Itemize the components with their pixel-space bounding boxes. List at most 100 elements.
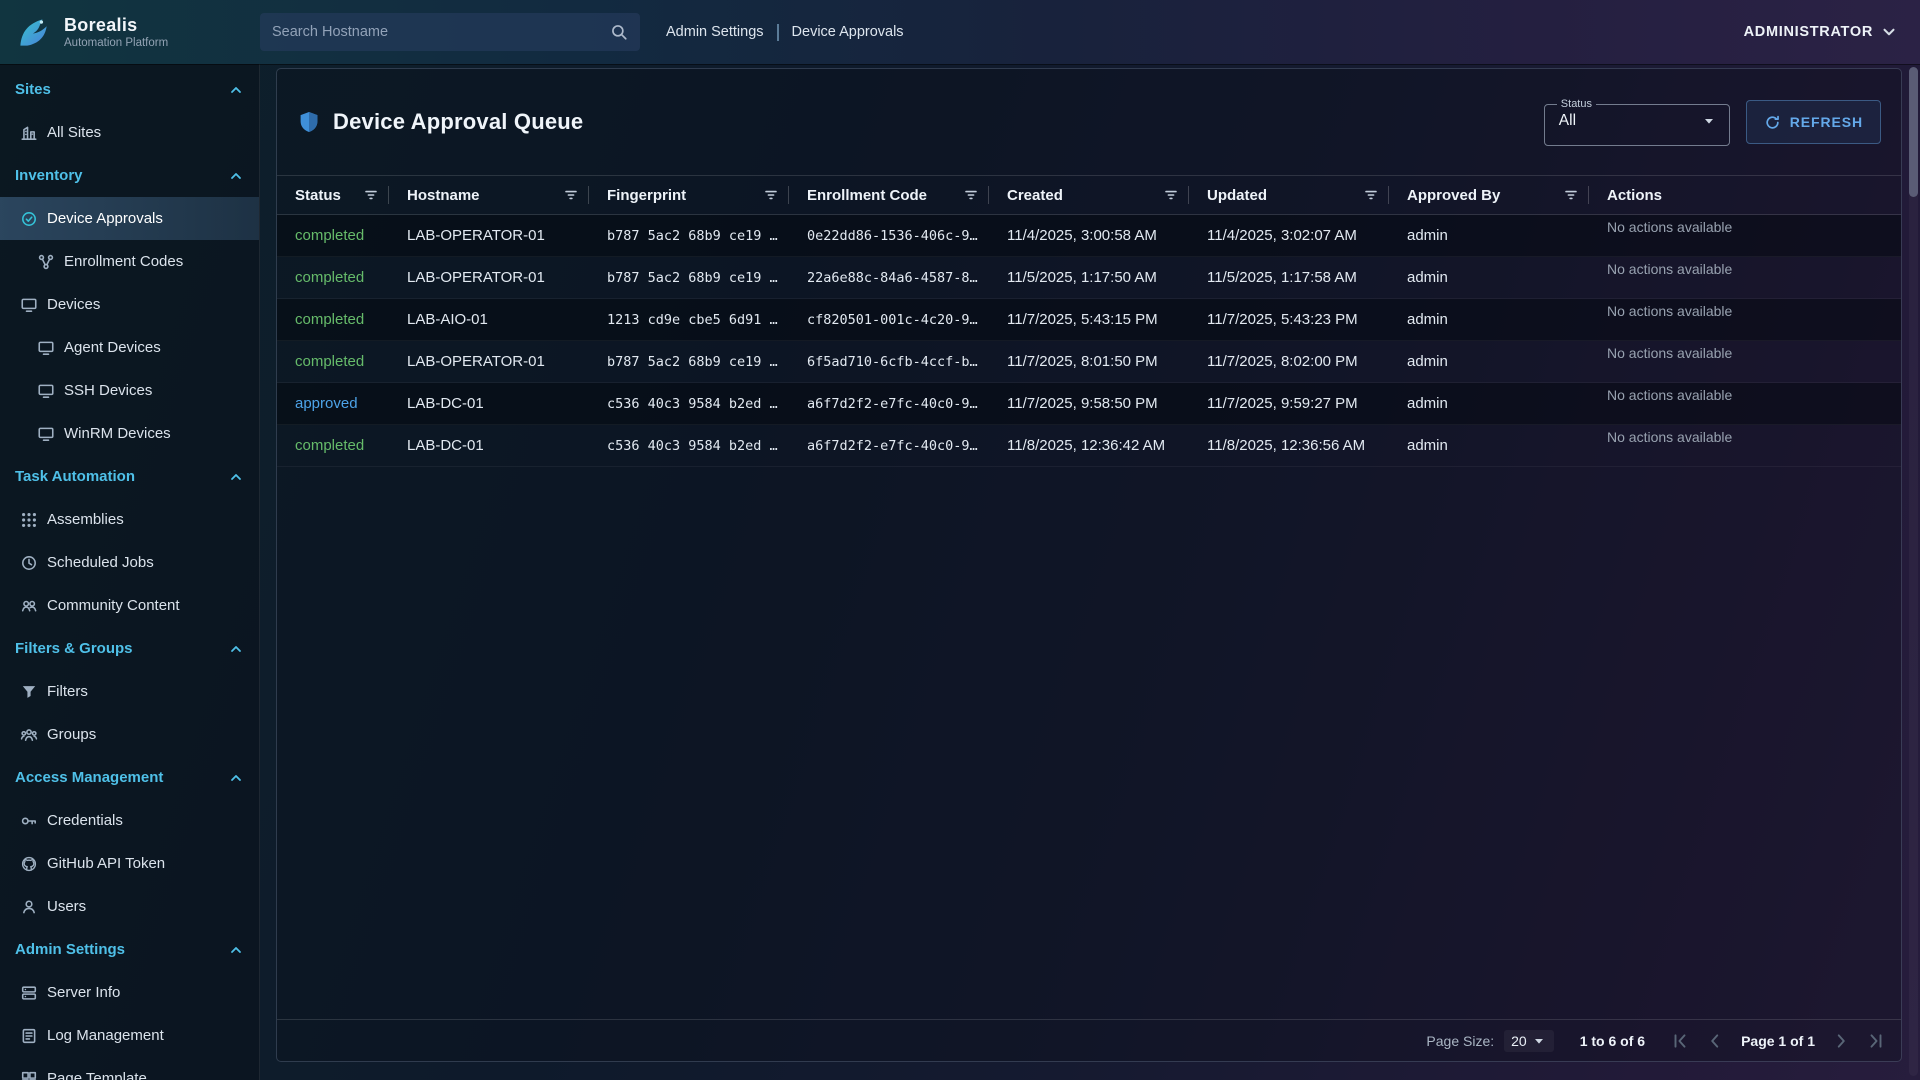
refresh-button[interactable]: REFRESH	[1746, 100, 1881, 144]
sidebar: SitesAll SitesInventoryDevice ApprovalsE…	[0, 64, 260, 1080]
next-page-button[interactable]	[1832, 1032, 1850, 1050]
pager: Page 1 of 1	[1671, 1032, 1885, 1050]
column-filter-icon[interactable]	[963, 187, 979, 203]
sidebar-item-ssh-devices[interactable]: SSH Devices	[0, 369, 259, 412]
cell-hostname: LAB-OPERATOR-01	[389, 227, 589, 244]
sidebar-item-label: Assemblies	[47, 511, 124, 528]
sidebar-item-label: Credentials	[47, 812, 123, 829]
column-header-updated[interactable]: Updated	[1189, 176, 1389, 214]
header-controls: Status All REF	[1544, 98, 1881, 146]
previous-page-button[interactable]	[1706, 1032, 1724, 1050]
sidebar-item-groups[interactable]: Groups	[0, 713, 259, 756]
sidebar-item-users[interactable]: Users	[0, 885, 259, 928]
devices-icon	[37, 382, 55, 400]
column-filter-icon[interactable]	[563, 187, 579, 203]
sidebar-item-scheduled-jobs[interactable]: Scheduled Jobs	[0, 541, 259, 584]
sidebar-section-access-management[interactable]: Access Management	[0, 756, 259, 799]
sidebar-section-filters-groups[interactable]: Filters & Groups	[0, 627, 259, 670]
cell-fingerprint: 1213 cd9e cbe5 6d91 …	[589, 312, 789, 328]
table-row[interactable]: completedLAB-OPERATOR-01b787 5ac2 68b9 c…	[277, 341, 1901, 383]
sidebar-item-winrm-devices[interactable]: WinRM Devices	[0, 412, 259, 455]
sidebar-item-label: Devices	[47, 296, 100, 313]
sidebar-item-agent-devices[interactable]: Agent Devices	[0, 326, 259, 369]
column-filter-icon[interactable]	[1363, 187, 1379, 203]
last-page-button[interactable]	[1867, 1032, 1885, 1050]
sidebar-item-community-content[interactable]: Community Content	[0, 584, 259, 627]
brand-subtitle: Automation Platform	[64, 37, 168, 49]
column-filter-icon[interactable]	[1163, 187, 1179, 203]
sidebar-item-assemblies[interactable]: Assemblies	[0, 498, 259, 541]
sidebar-item-all-sites[interactable]: All Sites	[0, 111, 259, 154]
table-row[interactable]: completedLAB-AIO-011213 cd9e cbe5 6d91 ……	[277, 299, 1901, 341]
cell-created: 11/5/2025, 1:17:50 AM	[989, 269, 1189, 286]
server-icon	[20, 984, 38, 1002]
chevron-up-icon	[228, 469, 244, 485]
column-filter-icon[interactable]	[1563, 187, 1579, 203]
refresh-icon	[1764, 114, 1781, 131]
sidebar-section-inventory[interactable]: Inventory	[0, 154, 259, 197]
table-empty-area	[277, 467, 1901, 1019]
column-label: Status	[295, 187, 341, 204]
sidebar-item-credentials[interactable]: Credentials	[0, 799, 259, 842]
search-input[interactable]	[272, 24, 610, 40]
sidebar-item-label: Community Content	[47, 597, 180, 614]
page-size-control: Page Size: 20	[1426, 1030, 1553, 1052]
breadcrumb-item-admin-settings[interactable]: Admin Settings	[666, 24, 764, 40]
caret-down-icon	[1701, 113, 1717, 129]
refresh-button-label: REFRESH	[1790, 114, 1863, 130]
filter-icon	[20, 683, 38, 701]
sidebar-item-devices[interactable]: Devices	[0, 283, 259, 326]
table-row[interactable]: completedLAB-DC-01c536 40c3 9584 b2ed …a…	[277, 425, 1901, 467]
column-label: Hostname	[407, 187, 480, 204]
column-filter-icon[interactable]	[763, 187, 779, 203]
device-approval-panel: Device Approval Queue Status All	[276, 68, 1902, 1062]
cell-enrollment-code: a6f7d2f2-e7fc-40c0-9…	[789, 438, 989, 454]
cell-actions: No actions available	[1589, 257, 1901, 277]
clock-icon	[20, 554, 38, 572]
breadcrumb: Admin Settings Device Approvals	[666, 24, 904, 41]
column-header-actions[interactable]: Actions	[1589, 176, 1901, 214]
sidebar-item-label: GitHub API Token	[47, 855, 165, 872]
column-header-hostname[interactable]: Hostname	[389, 176, 589, 214]
sidebar-item-log-management[interactable]: Log Management	[0, 1014, 259, 1057]
sidebar-item-device-approvals[interactable]: Device Approvals	[0, 197, 259, 240]
cell-status: completed	[277, 269, 389, 286]
sidebar-item-filters[interactable]: Filters	[0, 670, 259, 713]
user-menu[interactable]: ADMINISTRATOR	[1744, 23, 1898, 41]
cell-status: approved	[277, 395, 389, 412]
column-header-status[interactable]: Status	[277, 176, 389, 214]
cell-status: completed	[277, 227, 389, 244]
first-page-button[interactable]	[1671, 1032, 1689, 1050]
column-header-fingerprint[interactable]: Fingerprint	[589, 176, 789, 214]
cell-approved-by: admin	[1389, 227, 1589, 244]
table-row[interactable]: approvedLAB-DC-01c536 40c3 9584 b2ed …a6…	[277, 383, 1901, 425]
page-scrollbar[interactable]	[1909, 67, 1918, 1076]
sidebar-section-admin-settings[interactable]: Admin Settings	[0, 928, 259, 971]
status-filter-select[interactable]: Status All	[1544, 98, 1730, 146]
sidebar-item-github-api-token[interactable]: GitHub API Token	[0, 842, 259, 885]
column-header-approved-by[interactable]: Approved By	[1389, 176, 1589, 214]
page-title-wrap: Device Approval Queue	[297, 109, 583, 135]
sidebar-section-sites[interactable]: Sites	[0, 68, 259, 111]
key-icon	[20, 812, 38, 830]
breadcrumb-item-device-approvals[interactable]: Device Approvals	[792, 24, 904, 40]
column-filter-icon[interactable]	[363, 187, 379, 203]
cell-created: 11/4/2025, 3:00:58 AM	[989, 227, 1189, 244]
page-scrollbar-thumb[interactable]	[1909, 67, 1918, 197]
cell-approved-by: admin	[1389, 269, 1589, 286]
topbar: Borealis Automation Platform Admin Setti…	[0, 0, 1920, 64]
sidebar-item-page-template[interactable]: Page Template	[0, 1057, 259, 1080]
cell-enrollment-code: a6f7d2f2-e7fc-40c0-9…	[789, 396, 989, 412]
table-row[interactable]: completedLAB-OPERATOR-01b787 5ac2 68b9 c…	[277, 257, 1901, 299]
table-row[interactable]: completedLAB-OPERATOR-01b787 5ac2 68b9 c…	[277, 215, 1901, 257]
page-size-select[interactable]: 20	[1504, 1030, 1554, 1052]
cell-approved-by: admin	[1389, 437, 1589, 454]
sidebar-item-server-info[interactable]: Server Info	[0, 971, 259, 1014]
column-header-enrollment-code[interactable]: Enrollment Code	[789, 176, 989, 214]
column-header-created[interactable]: Created	[989, 176, 1189, 214]
status-filter-value: All	[1559, 112, 1576, 130]
sidebar-section-label: Task Automation	[15, 468, 135, 485]
sidebar-section-task-automation[interactable]: Task Automation	[0, 455, 259, 498]
body-row: SitesAll SitesInventoryDevice ApprovalsE…	[0, 64, 1920, 1080]
sidebar-item-enrollment-codes[interactable]: Enrollment Codes	[0, 240, 259, 283]
